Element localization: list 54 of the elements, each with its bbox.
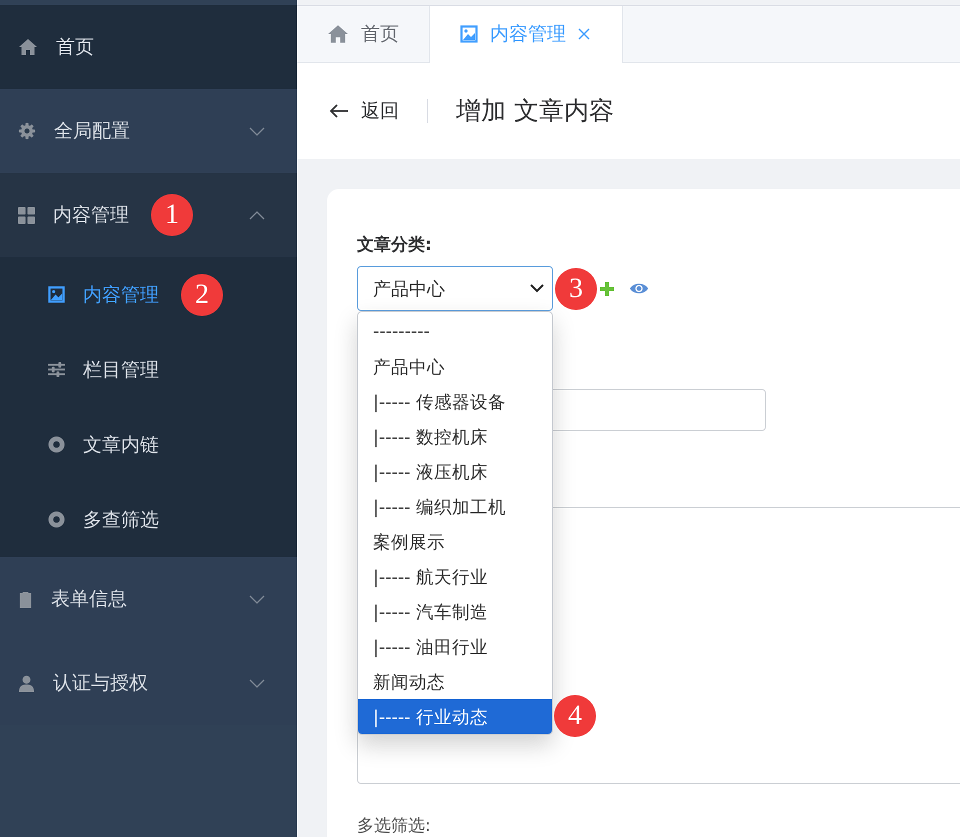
number-badge: 2 bbox=[181, 274, 223, 316]
menu-label: 表单信息 bbox=[51, 587, 127, 612]
chevron-down-icon bbox=[249, 679, 265, 688]
chevron-down-icon bbox=[530, 284, 544, 293]
number-badge: 3 bbox=[555, 268, 597, 310]
clipboard-icon bbox=[18, 590, 33, 608]
dropdown-option[interactable]: |----- 数控机床 bbox=[358, 419, 552, 454]
field-label: 文章分类: bbox=[357, 234, 432, 256]
dropdown-option[interactable]: |----- 编织加工机 bbox=[358, 489, 552, 524]
menu-label: 认证与授权 bbox=[53, 671, 148, 696]
menu-item[interactable]: 内容管理 1 bbox=[0, 173, 297, 257]
dropdown-option[interactable]: 产品中心 bbox=[358, 349, 552, 384]
menu-label: 内容管理 bbox=[53, 203, 129, 228]
chevron-down-icon bbox=[249, 127, 265, 136]
submenu-item[interactable]: 内容管理 2 bbox=[0, 257, 297, 332]
menu-item[interactable]: 首页 bbox=[0, 5, 297, 89]
field-label: 多选筛选: bbox=[357, 815, 431, 837]
image-icon bbox=[460, 25, 478, 44]
dropdown-option[interactable]: |----- 航天行业 bbox=[358, 559, 552, 594]
dropdown-option[interactable]: |----- 油田行业 bbox=[358, 629, 552, 664]
grid-icon bbox=[18, 206, 35, 224]
submenu-item[interactable]: 文章内链 bbox=[0, 407, 297, 482]
sliders-icon bbox=[48, 362, 65, 377]
dropdown-option[interactable]: --------- bbox=[358, 314, 552, 349]
user-icon bbox=[18, 674, 35, 692]
submenu-item[interactable]: 栏目管理 bbox=[0, 332, 297, 407]
number-badge: 4 bbox=[554, 695, 596, 737]
menu-label: 首页 bbox=[56, 35, 94, 60]
menu-label: 栏目管理 bbox=[83, 358, 159, 382]
number-badge: 1 bbox=[151, 194, 193, 236]
page-title: 增加 文章内容 bbox=[456, 95, 614, 128]
dropdown-option[interactable]: |----- 液压机床 bbox=[358, 454, 552, 489]
home-icon bbox=[18, 38, 38, 56]
circle-icon bbox=[48, 436, 65, 453]
menu-label: 文章内链 bbox=[83, 432, 159, 458]
chevron-up-icon bbox=[249, 211, 265, 220]
back-button[interactable]: 返回 bbox=[329, 98, 399, 124]
category-select[interactable]: 产品中心 bbox=[357, 266, 553, 311]
chevron-down-icon bbox=[249, 595, 265, 604]
menu-label: 多查筛选 bbox=[83, 508, 159, 532]
dropdown-option[interactable]: |----- 传感器设备 bbox=[358, 384, 552, 419]
close-icon[interactable] bbox=[578, 28, 590, 40]
menu-label: 内容管理 bbox=[83, 282, 159, 308]
home-icon bbox=[327, 24, 349, 44]
plus-icon[interactable] bbox=[599, 280, 615, 296]
menu-label: 全局配置 bbox=[54, 119, 130, 144]
submenu-item[interactable]: 多查筛选 bbox=[0, 482, 297, 557]
circle-icon bbox=[48, 511, 65, 528]
gear-icon bbox=[18, 122, 36, 140]
image-icon bbox=[48, 286, 65, 303]
arrow-left-icon bbox=[329, 102, 349, 119]
eye-icon[interactable] bbox=[629, 282, 649, 295]
dropdown-option[interactable]: 案例展示 bbox=[358, 524, 552, 559]
dropdown-option[interactable]: |----- 汽车制造 bbox=[358, 594, 552, 629]
